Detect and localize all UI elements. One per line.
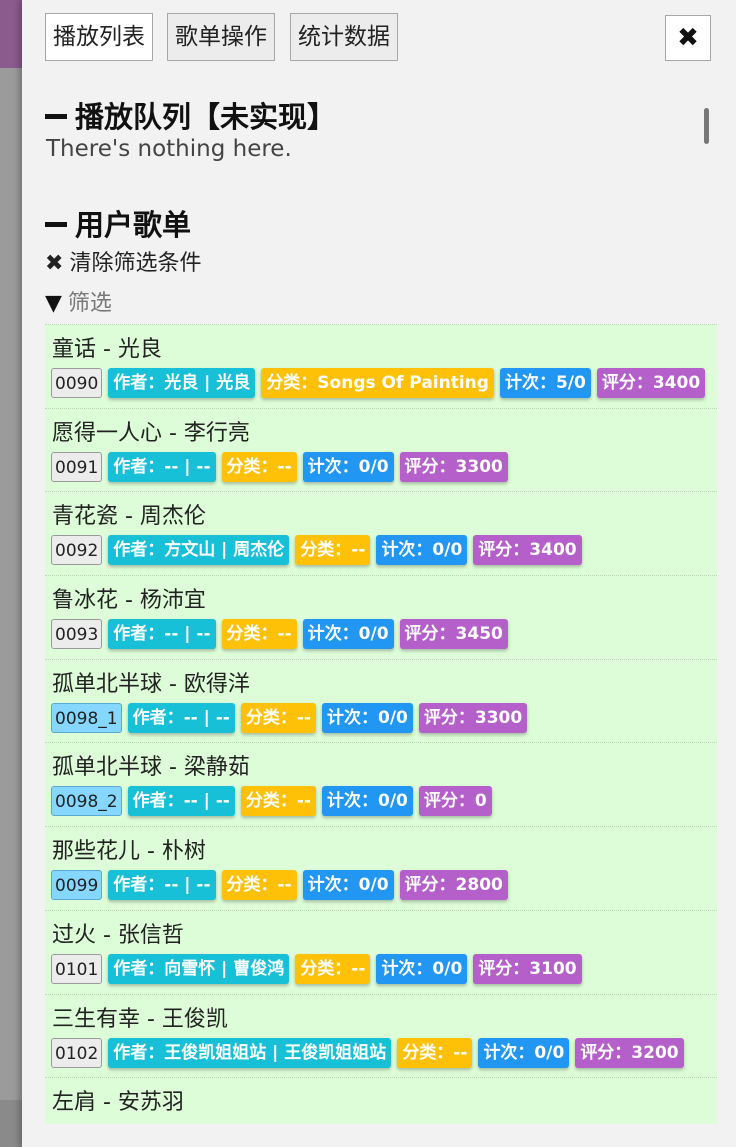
page-backdrop — [0, 0, 22, 1147]
category-badge: 分类：-- — [397, 1037, 473, 1068]
song-badges: 0093 作者：-- | -- 分类：-- 计次：0/0 评分：3450 — [51, 619, 514, 650]
list-item[interactable]: 左肩 - 安苏羽 — [45, 1077, 717, 1124]
song-badges: 0091 作者：-- | -- 分类：-- 计次：0/0 评分：3300 — [51, 451, 514, 482]
song-id-badge[interactable]: 0093 — [51, 619, 103, 650]
score-badge: 评分：2800 — [399, 870, 508, 901]
song-id-badge[interactable]: 0090 — [51, 368, 103, 398]
song-title: 孤单北半球 - 梁静茹 — [52, 755, 250, 781]
tab-playlist[interactable]: 播放列表 — [45, 13, 153, 61]
play-count-badge: 计次：0/0 — [478, 1037, 570, 1068]
song-badges: 0098_2 作者：-- | -- 分类：-- 计次：0/0 评分：0 — [51, 786, 498, 817]
category-badge: 分类：-- — [240, 702, 316, 733]
song-title: 孤单北半球 - 欧得洋 — [52, 671, 250, 697]
filter-icon: ▼ — [45, 291, 62, 316]
song-id-badge[interactable]: 0098_1 — [51, 702, 122, 733]
category-badge: 分类：-- — [295, 535, 371, 566]
song-id-badge[interactable]: 0102 — [51, 1037, 103, 1068]
author-badge: 作者：-- | -- — [108, 451, 216, 482]
list-item[interactable]: 那些花儿 - 朴树 0099 作者：-- | -- 分类：-- 计次：0/0 评分：280… — [45, 826, 717, 910]
list-item[interactable]: 鲁冰花 - 杨沛宜 0093 作者：-- | -- 分类：-- 计次：0/0 评分：345… — [45, 575, 717, 659]
playlist-drawer: 播放列表 歌单操作 统计数据 ✖ 播放队列【未实现】 There's nothi… — [22, 0, 736, 1147]
category-badge: 分类：Songs Of Painting — [261, 368, 494, 398]
song-id-badge[interactable]: 0091 — [51, 451, 103, 482]
score-badge: 评分：3400 — [596, 368, 706, 398]
clear-filter-button[interactable]: ✖ 清除筛选条件 — [45, 245, 201, 277]
category-badge: 分类：-- — [221, 619, 297, 650]
song-title: 鲁冰花 - 杨沛宜 — [52, 588, 206, 614]
list-item[interactable]: 三生有幸 - 王俊凯 0102 作者：王俊凯姐姐站 | 王俊凯姐姐站 分类：-- 计次：… — [45, 993, 717, 1078]
play-count-badge: 计次：0/0 — [322, 786, 413, 817]
play-count-badge: 计次：5/0 — [499, 368, 591, 398]
author-badge: 作者：-- | -- — [108, 619, 216, 650]
list-item[interactable]: 过火 - 张信哲 0101 作者：向雪怀 | 曹俊鸿 分类：-- 计次：0/0 评分：31… — [45, 909, 717, 994]
category-badge: 分类：-- — [221, 870, 297, 901]
song-title: 童话 - 光良 — [52, 337, 162, 362]
song-list: 童话 - 光良 0090 作者：光良 | 光良 分类：Songs Of Paintin… — [45, 324, 717, 1124]
backdrop-content — [0, 68, 22, 1100]
author-badge: 作者：向雪怀 | 曹俊鸿 — [108, 953, 290, 984]
song-title: 青花瓷 - 周杰伦 — [52, 504, 206, 530]
score-badge: 评分：3100 — [473, 953, 582, 984]
author-badge: 作者：光良 | 光良 — [108, 368, 256, 398]
filter-button[interactable]: ▼ 筛选 — [45, 285, 112, 317]
collapse-icon — [45, 221, 67, 227]
queue-section-title[interactable]: 播放队列【未实现】 — [45, 94, 336, 136]
song-badges: 0102 作者：王俊凯姐姐站 | 王俊凯姐姐站 分类：-- 计次：0/0 评分：3200 — [51, 1037, 690, 1068]
list-item[interactable]: 童话 - 光良 0090 作者：光良 | 光良 分类：Songs Of Paintin… — [45, 324, 717, 408]
author-badge: 作者：王俊凯姐姐站 | 王俊凯姐姐站 — [108, 1037, 392, 1068]
song-badges: 0101 作者：向雪怀 | 曹俊鸿 分类：-- 计次：0/0 评分：3100 — [51, 953, 588, 984]
score-badge: 评分：3400 — [473, 535, 582, 566]
backdrop-header — [0, 0, 22, 68]
author-badge: 作者：-- | -- — [108, 870, 216, 901]
tab-statistics[interactable]: 统计数据 — [290, 13, 398, 61]
score-badge: 评分：3300 — [399, 451, 508, 482]
song-id-badge[interactable]: 0092 — [51, 535, 103, 566]
song-badges: 0098_1 作者：-- | -- 分类：-- 计次：0/0 评分：3300 — [51, 702, 533, 733]
song-id-badge[interactable]: 0099 — [51, 870, 103, 901]
play-count-badge: 计次：0/0 — [302, 451, 394, 482]
score-badge: 评分：3200 — [575, 1037, 684, 1068]
song-badges: 0090 作者：光良 | 光良 分类：Songs Of Painting 计次：5/0… — [51, 368, 711, 398]
category-badge: 分类：-- — [240, 786, 316, 817]
author-badge: 作者：-- | -- — [127, 702, 235, 733]
score-badge: 评分：0 — [418, 786, 492, 817]
song-badges: 0092 作者：方文山 | 周杰伦 分类：-- 计次：0/0 评分：3400 — [51, 535, 588, 566]
close-button[interactable]: ✖ — [665, 15, 711, 61]
song-title: 三生有幸 - 王俊凯 — [52, 1006, 228, 1032]
category-badge: 分类：-- — [221, 451, 297, 482]
close-icon: ✖ — [677, 23, 699, 53]
list-item[interactable]: 孤单北半球 - 欧得洋 0098_1 作者：-- | -- 分类：-- 计次：0/0 评分… — [45, 658, 717, 743]
tab-playlist-operations[interactable]: 歌单操作 — [167, 13, 275, 61]
scrollbar[interactable] — [704, 108, 709, 144]
collapse-icon — [45, 113, 67, 119]
close-icon: ✖ — [45, 251, 64, 276]
play-count-badge: 计次：0/0 — [376, 953, 468, 984]
song-id-badge[interactable]: 0101 — [51, 953, 103, 984]
song-id-badge[interactable]: 0098_2 — [51, 786, 122, 817]
score-badge: 评分：3300 — [418, 702, 528, 733]
song-title: 过火 - 张信哲 — [52, 922, 184, 948]
category-badge: 分类：-- — [295, 953, 371, 984]
song-title: 左肩 - 安苏羽 — [52, 1090, 184, 1116]
play-count-badge: 计次：0/0 — [302, 619, 394, 650]
list-item[interactable]: 青花瓷 - 周杰伦 0092 作者：方文山 | 周杰伦 分类：-- 计次：0/0 评分：3… — [45, 491, 717, 575]
list-item[interactable]: 愿得一人心 - 李行亮 0091 作者：-- | -- 分类：-- 计次：0/0 评分：3… — [45, 407, 717, 492]
play-count-badge: 计次：0/0 — [302, 870, 394, 901]
author-badge: 作者：方文山 | 周杰伦 — [108, 535, 290, 566]
score-badge: 评分：3450 — [399, 619, 508, 650]
play-count-badge: 计次：0/0 — [376, 535, 468, 566]
user-list-section-title[interactable]: 用户歌单 — [45, 202, 191, 244]
author-badge: 作者：-- | -- — [127, 786, 235, 817]
song-badges: 0099 作者：-- | -- 分类：-- 计次：0/0 评分：2800 — [51, 870, 514, 901]
song-title: 那些花儿 - 朴树 — [52, 839, 206, 865]
queue-empty-message: There's nothing here. — [46, 136, 292, 162]
list-item[interactable]: 孤单北半球 - 梁静茹 0098_2 作者：-- | -- 分类：-- 计次：0/0 评分… — [45, 742, 717, 826]
play-count-badge: 计次：0/0 — [322, 702, 413, 733]
song-title: 愿得一人心 - 李行亮 — [52, 420, 250, 446]
